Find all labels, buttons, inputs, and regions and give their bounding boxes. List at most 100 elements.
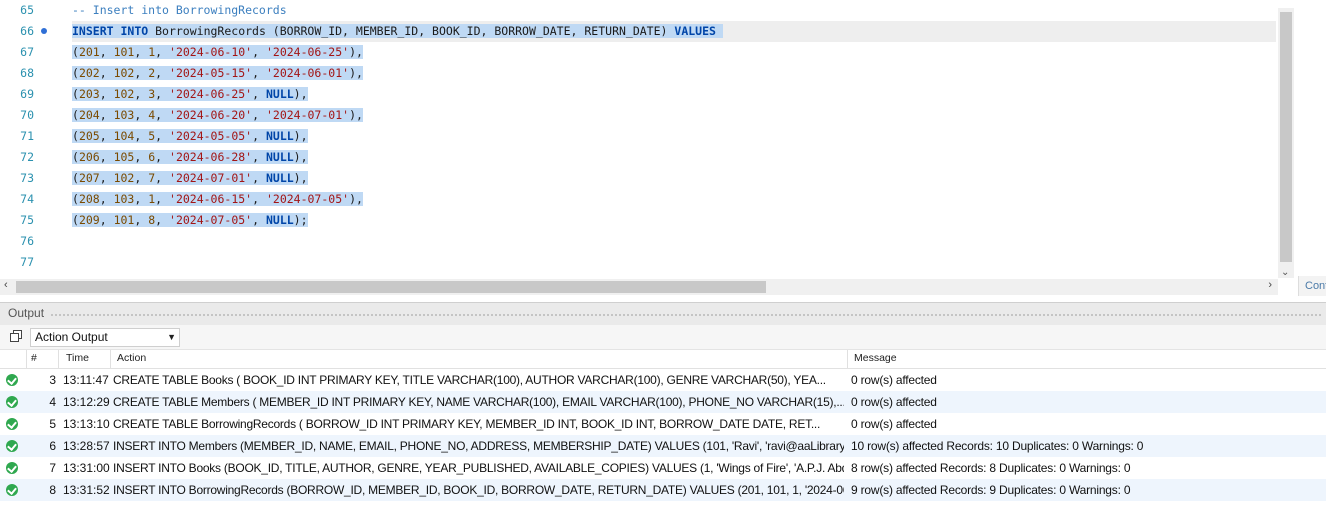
code-line[interactable]: (207, 102, 7, '2024-07-01', NULL), bbox=[72, 168, 308, 189]
output-row[interactable]: 6 13:28:57 INSERT INTO Members (MEMBER_ID,… bbox=[0, 435, 1326, 457]
column-divider[interactable] bbox=[26, 350, 27, 368]
code-line[interactable]: (203, 102, 3, '2024-06-25', NULL), bbox=[72, 84, 308, 105]
col-header-message[interactable]: Message bbox=[854, 352, 897, 364]
scroll-left-arrow-icon[interactable]: ‹ bbox=[4, 279, 8, 291]
code-line[interactable]: (209, 101, 8, '2024-07-05', NULL); bbox=[72, 210, 308, 231]
code-token: '2024-07-01' bbox=[265, 108, 350, 122]
code-token: , bbox=[134, 192, 149, 206]
code-token: ), bbox=[349, 45, 363, 59]
row-message: 0 row(s) affected bbox=[851, 373, 937, 387]
horizontal-scrollbar[interactable]: ‹ › bbox=[0, 279, 1278, 295]
code-area[interactable]: -- Insert into BorrowingRecords INSERT IN… bbox=[72, 0, 1276, 280]
code-token: 102 bbox=[113, 171, 135, 185]
sql-editor[interactable]: 65 66 67 68 69 70 71 72 73 74 75 76 77 -- Insert int… bbox=[0, 0, 1326, 298]
output-panel: Output Action Output ▼ # Time Action Mes… bbox=[0, 302, 1326, 510]
statement-marker-icon[interactable] bbox=[41, 28, 47, 34]
scroll-right-arrow-icon[interactable]: › bbox=[1268, 279, 1272, 291]
code-token: 105 bbox=[113, 150, 135, 164]
vertical-scroll-thumb[interactable] bbox=[1280, 12, 1292, 262]
code-token: ( bbox=[72, 66, 79, 80]
row-number: 8 bbox=[49, 483, 56, 497]
output-row[interactable]: 7 13:31:00 INSERT INTO Books (BOOK_ID, TIT… bbox=[0, 457, 1326, 479]
code-line[interactable]: (204, 103, 4, '2024-06-20', '2024-07-01'… bbox=[72, 105, 363, 126]
code-token: ( bbox=[72, 192, 79, 206]
code-token: ), bbox=[349, 66, 363, 80]
horizontal-scroll-thumb[interactable] bbox=[16, 281, 766, 293]
code-line[interactable]: (208, 103, 1, '2024-06-15', '2024-07-05'… bbox=[72, 189, 363, 210]
code-token: , bbox=[155, 87, 170, 101]
code-token: '2024-06-01' bbox=[265, 66, 350, 80]
code-token: ( bbox=[72, 171, 79, 185]
code-token: , bbox=[134, 129, 149, 143]
col-header-action[interactable]: Action bbox=[117, 352, 146, 364]
col-header-num[interactable]: # bbox=[31, 352, 37, 364]
code-token: , bbox=[252, 192, 266, 206]
code-token: , bbox=[99, 129, 114, 143]
code-token: 208 bbox=[78, 192, 100, 206]
column-divider[interactable] bbox=[847, 350, 848, 368]
vertical-scrollbar[interactable]: ⌄ bbox=[1278, 8, 1294, 278]
code-token: , bbox=[252, 108, 266, 122]
success-check-icon bbox=[6, 484, 18, 496]
code-token: 101 bbox=[113, 213, 135, 227]
code-token: BorrowingRecords (BORROW_ID, MEMBER_ID, … bbox=[148, 24, 675, 38]
code-token: ), bbox=[349, 192, 363, 206]
col-header-time[interactable]: Time bbox=[66, 352, 89, 364]
row-message: 9 row(s) affected Records: 9 Duplicates:… bbox=[851, 483, 1131, 497]
code-token: , bbox=[99, 150, 114, 164]
code-token: ), bbox=[349, 108, 363, 122]
scroll-down-arrow-icon[interactable]: ⌄ bbox=[1281, 267, 1289, 278]
code-token: '2024-07-05' bbox=[265, 192, 350, 206]
code-line[interactable]: (201, 101, 1, '2024-06-10', '2024-06-25'… bbox=[72, 42, 363, 63]
code-token: NULL bbox=[265, 129, 294, 143]
row-message: 0 row(s) affected bbox=[851, 395, 937, 409]
line-number-gutter: 65 66 67 68 69 70 71 72 73 74 75 76 77 bbox=[0, 0, 64, 280]
copy-icon[interactable] bbox=[10, 330, 22, 342]
chevron-down-icon: ▼ bbox=[167, 332, 176, 342]
output-toolbar: Action Output ▼ bbox=[0, 325, 1326, 350]
code-token: , bbox=[252, 66, 266, 80]
code-line[interactable]: (205, 104, 5, '2024-05-05', NULL), bbox=[72, 126, 308, 147]
code-line[interactable]: INSERT INTO BorrowingRecords (BORROW_ID,… bbox=[72, 21, 723, 42]
code-token: , bbox=[155, 150, 170, 164]
code-token: 102 bbox=[113, 87, 135, 101]
row-number: 6 bbox=[49, 439, 56, 453]
row-time: 13:31:00 bbox=[63, 461, 110, 475]
code-token: , bbox=[99, 213, 114, 227]
code-line[interactable]: (202, 102, 2, '2024-05-15', '2024-06-01'… bbox=[72, 63, 363, 84]
code-token: , bbox=[155, 171, 170, 185]
column-divider[interactable] bbox=[110, 350, 111, 368]
row-action: CREATE TABLE BorrowingRecords ( BORROW_I… bbox=[113, 417, 821, 431]
code-token: , bbox=[155, 108, 170, 122]
code-token: VALUES bbox=[674, 24, 716, 38]
success-check-icon bbox=[6, 374, 18, 386]
line-number: 75 bbox=[20, 213, 34, 227]
code-token: '2024-06-25' bbox=[169, 87, 253, 101]
line-number: 67 bbox=[20, 45, 34, 59]
line-number: 77 bbox=[20, 255, 34, 269]
code-line[interactable]: -- Insert into BorrowingRecords bbox=[72, 0, 287, 21]
code-token: '2024-06-15' bbox=[169, 192, 253, 206]
context-side-tab[interactable]: Context bbox=[1298, 276, 1326, 296]
code-token: , bbox=[134, 87, 149, 101]
code-token: NULL bbox=[265, 150, 294, 164]
panel-grip[interactable] bbox=[50, 313, 1322, 317]
output-row[interactable]: 3 13:11:47 CREATE TABLE Books ( BOOK_ID IN… bbox=[0, 369, 1326, 391]
code-token: ), bbox=[293, 150, 308, 164]
output-title: Output bbox=[8, 306, 45, 320]
code-token: 101 bbox=[113, 45, 135, 59]
output-row[interactable]: 5 13:13:10 CREATE TABLE BorrowingRecords (… bbox=[0, 413, 1326, 435]
code-token: , bbox=[252, 87, 266, 101]
row-time: 13:11:47 bbox=[63, 373, 109, 387]
code-token: , bbox=[134, 45, 149, 59]
code-token: -- Insert into BorrowingRecords bbox=[72, 3, 287, 17]
code-token: , bbox=[155, 192, 170, 206]
code-token: 207 bbox=[78, 171, 100, 185]
row-time: 13:31:52 bbox=[63, 483, 110, 497]
output-row[interactable]: 8 13:31:52 INSERT INTO BorrowingRecords (B… bbox=[0, 479, 1326, 501]
code-token: , bbox=[99, 45, 114, 59]
output-row[interactable]: 4 13:12:29 CREATE TABLE Members ( MEMBER_I… bbox=[0, 391, 1326, 413]
output-type-select[interactable]: Action Output ▼ bbox=[30, 328, 180, 347]
code-line[interactable]: (206, 105, 6, '2024-06-28', NULL), bbox=[72, 147, 308, 168]
column-divider[interactable] bbox=[58, 350, 59, 368]
